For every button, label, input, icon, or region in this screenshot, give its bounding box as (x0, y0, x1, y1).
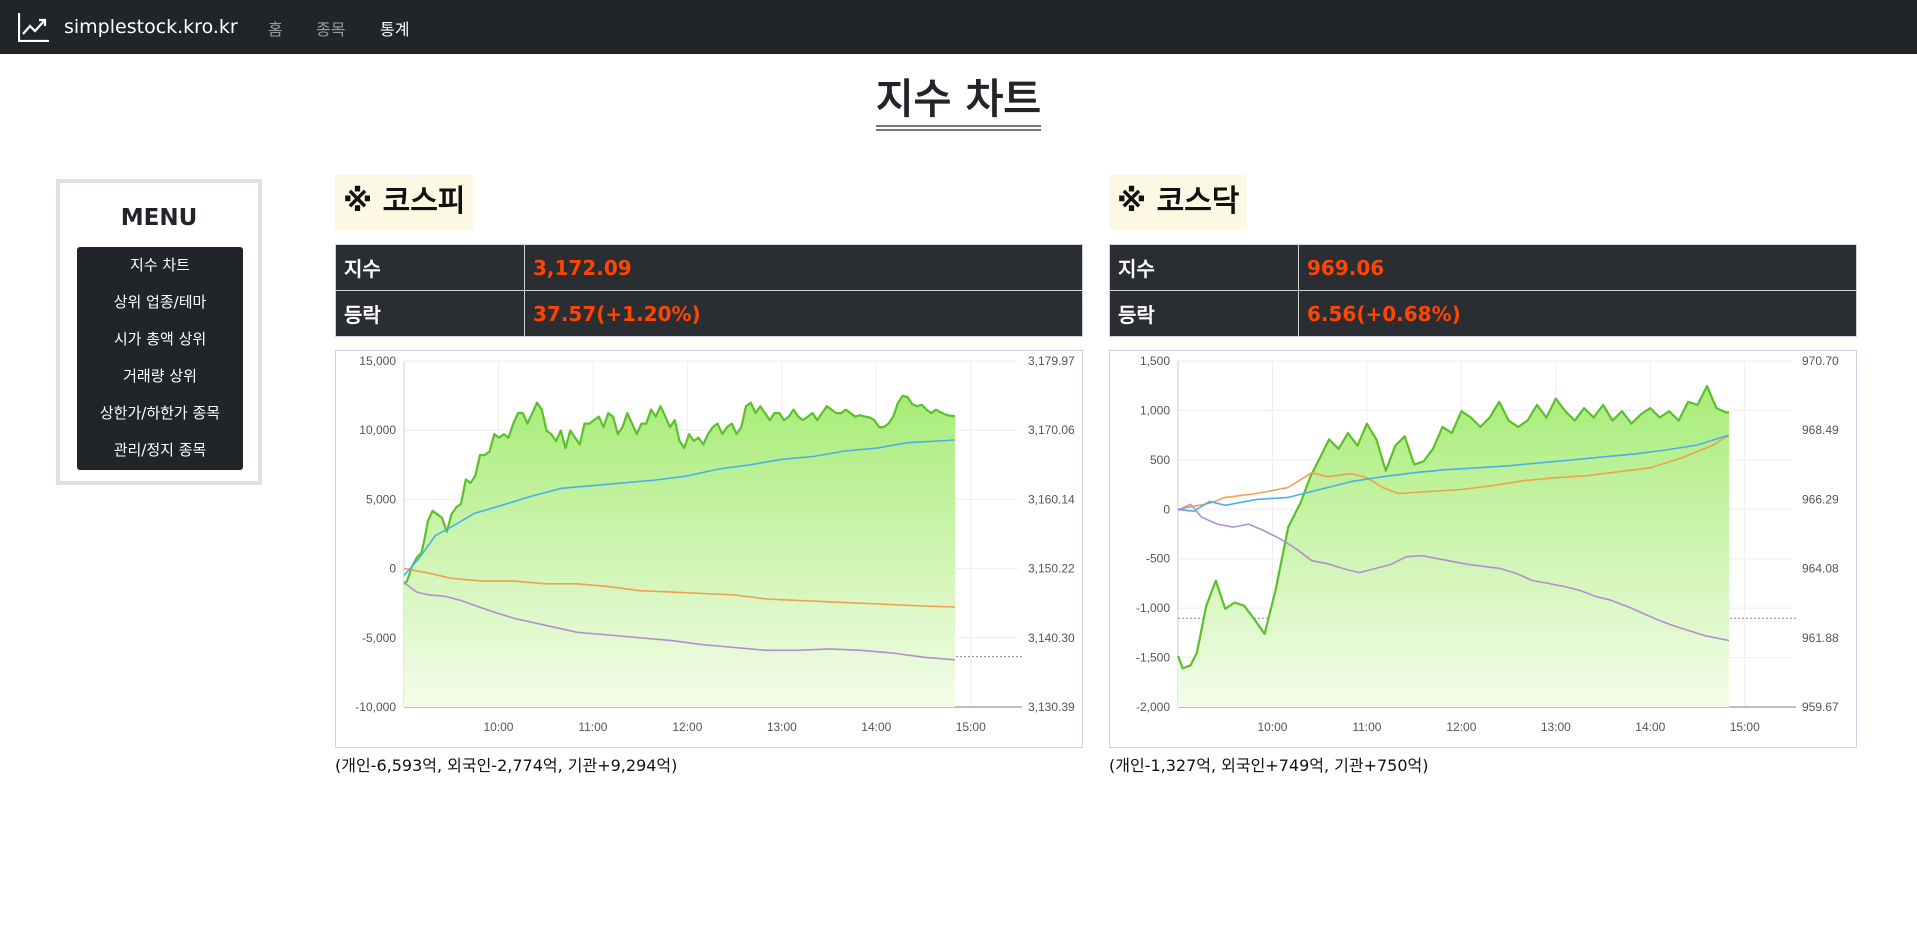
menu-item-suspended[interactable]: 관리/정지 종목 (77, 432, 243, 469)
kospi-chart-svg: 15,000 10,000 5,000 0 -5,000 -10,000 3,179.97 3… (355, 354, 1075, 734)
kosdaq-index-area (1178, 386, 1729, 707)
y-right-tick-label: 961.88 (1802, 631, 1839, 645)
brand-link[interactable]: simplestock.kro.kr (18, 11, 238, 43)
nav-link-stocks[interactable]: 종목 (316, 16, 345, 40)
y-left-tick-label: -500 (1146, 552, 1170, 566)
table-row: 등락 6.56(+0.68%) (1109, 290, 1857, 337)
menu-item-top-sectors[interactable]: 상위 업종/테마 (77, 284, 243, 321)
page-title-wrap: 지수 차트 (0, 74, 1917, 131)
kosdaq-investor-summary: (개인-1,327억, 외국인+749억, 기관+750억) (1109, 756, 1429, 775)
x-tick-label: 10:00 (483, 720, 513, 734)
kosdaq-chart-svg: 1,500 1,000 500 0 -500 -1,000 -1,500 -2,000 970.… (1136, 354, 1839, 734)
menu-list: 지수 차트 상위 업종/테마 시가 총액 상위 거래량 상위 상한가/하한가 종… (77, 247, 243, 470)
kosdaq-index-value: 969.06 (1298, 244, 1857, 291)
y-right-tick-label: 970.70 (1802, 354, 1839, 368)
y-left-tick-label: -2,000 (1136, 700, 1170, 714)
table-row: 등락 37.57(+1.20%) (335, 290, 1083, 337)
y-right-tick-label: 3,140.30 (1028, 631, 1075, 645)
y-left-tick-label: -10,000 (355, 700, 396, 714)
y-left-tick-label: -1,000 (1136, 601, 1170, 615)
table-row: 지수 969.06 (1109, 244, 1857, 291)
y-left-tick-label: 500 (1150, 453, 1170, 467)
y-right-tick-label: 3,150.22 (1028, 562, 1075, 576)
y-left-tick-label: 5,000 (366, 492, 396, 506)
y-left-tick-label: 15,000 (359, 354, 396, 368)
nav-link-home[interactable]: 홈 (268, 16, 283, 40)
y-right-tick-label: 3,160.14 (1028, 492, 1075, 506)
brand-name: simplestock.kro.kr (64, 16, 238, 38)
y-right-tick-label: 959.67 (1802, 700, 1839, 714)
y-right-tick-label: 3,179.97 (1028, 354, 1075, 368)
y-right-tick-label: 964.08 (1802, 562, 1839, 576)
menu-item-limit-up-down[interactable]: 상한가/하한가 종목 (77, 395, 243, 432)
y-left-tick-label: -1,500 (1136, 651, 1170, 665)
y-right-tick-label: 3,130.39 (1028, 700, 1075, 714)
y-right-tick-label: 3,170.06 (1028, 423, 1075, 437)
kosdaq-change-label: 등락 (1109, 290, 1299, 337)
x-tick-label: 14:00 (1635, 720, 1665, 734)
kospi-index-value: 3,172.09 (524, 244, 1083, 291)
x-tick-label: 12:00 (1446, 720, 1476, 734)
kosdaq-title: ※ 코스닥 (1109, 175, 1248, 229)
kospi-index-label: 지수 (335, 244, 525, 291)
y-left-tick-label: -5,000 (362, 631, 396, 645)
x-tick-label: 10:00 (1257, 720, 1287, 734)
y-left-tick-label: 10,000 (359, 423, 396, 437)
kospi-chart: 15,000 10,000 5,000 0 -5,000 -10,000 3,179.97 3… (335, 350, 1083, 748)
y-left-tick-label: 1,500 (1140, 354, 1170, 368)
menu-item-index-chart[interactable]: 지수 차트 (77, 247, 243, 284)
x-tick-label: 13:00 (1541, 720, 1571, 734)
y-right-tick-label: 966.29 (1802, 492, 1839, 506)
menu-item-market-cap[interactable]: 시가 총액 상위 (77, 321, 243, 358)
kospi-info-table: 지수 3,172.09 등락 37.57(+1.20%) (335, 244, 1083, 337)
kospi-change-label: 등락 (335, 290, 525, 337)
y-left-tick-label: 0 (389, 562, 396, 576)
y-left-tick-label: 1,000 (1140, 403, 1170, 417)
kospi-investor-summary: (개인-6,593억, 외국인-2,774억, 기관+9,294억) (335, 756, 678, 775)
x-tick-label: 15:00 (956, 720, 986, 734)
kospi-change-value: 37.57(+1.20%) (524, 290, 1083, 337)
top-navbar: simplestock.kro.kr 홈 종목 통계 (0, 0, 1917, 54)
y-right-tick-label: 968.49 (1802, 423, 1839, 437)
x-tick-label: 13:00 (767, 720, 797, 734)
menu-title: MENU (120, 205, 198, 231)
kosdaq-info-table: 지수 969.06 등락 6.56(+0.68%) (1109, 244, 1857, 337)
menu-item-volume[interactable]: 거래량 상위 (77, 358, 243, 395)
kosdaq-chart: 1,500 1,000 500 0 -500 -1,000 -1,500 -2,000 970.… (1109, 350, 1857, 748)
kosdaq-change-value: 6.56(+0.68%) (1298, 290, 1857, 337)
x-tick-label: 11:00 (1352, 720, 1381, 734)
nav-link-stats[interactable]: 통계 (380, 16, 409, 40)
trending-up-icon (18, 13, 49, 42)
x-tick-label: 11:00 (578, 720, 607, 734)
table-row: 지수 3,172.09 (335, 244, 1083, 291)
page-title: 지수 차트 (875, 75, 1042, 131)
x-tick-label: 12:00 (672, 720, 702, 734)
y-left-tick-label: 0 (1163, 502, 1170, 516)
x-tick-label: 14:00 (861, 720, 891, 734)
x-tick-label: 15:00 (1730, 720, 1760, 734)
kospi-title: ※ 코스피 (335, 175, 474, 229)
kosdaq-index-label: 지수 (1109, 244, 1299, 291)
side-menu: MENU 지수 차트 상위 업종/테마 시가 총액 상위 거래량 상위 상한가/… (56, 179, 262, 485)
